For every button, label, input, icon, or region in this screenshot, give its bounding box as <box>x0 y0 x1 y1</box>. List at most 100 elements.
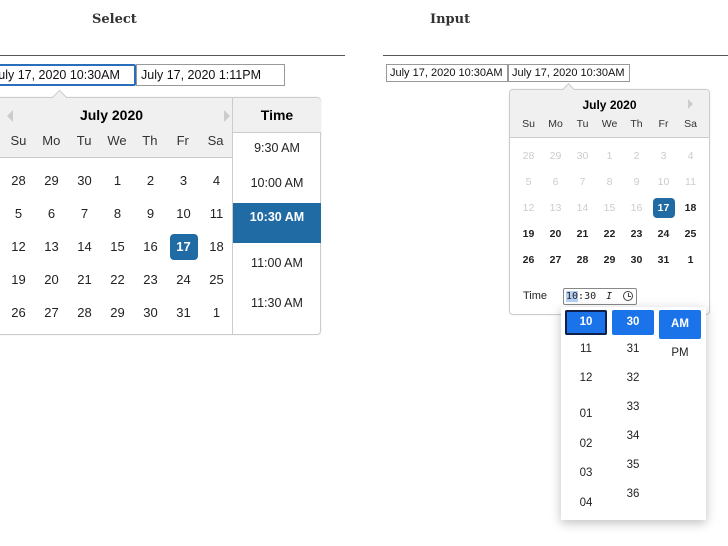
day-cell: 30 <box>576 150 589 162</box>
next-month-icon[interactable] <box>224 110 230 122</box>
day-cell[interactable]: 19 <box>2 267 35 293</box>
day-cell[interactable]: 28 <box>569 250 596 270</box>
week-row: 28 29 30 1 2 3 4 <box>515 146 709 172</box>
weekday-label: Th <box>142 133 158 148</box>
day-cell[interactable]: 9 <box>134 201 167 227</box>
day-cell[interactable]: 30 <box>134 300 167 326</box>
selected-hour-option[interactable]: 10 <box>565 310 607 335</box>
hour-segment[interactable]: 10 <box>566 291 579 302</box>
selected-day-cell[interactable]: 17 <box>169 234 198 260</box>
day-cell[interactable]: 16 <box>134 234 167 260</box>
next-month-icon[interactable] <box>688 99 693 109</box>
minute-option[interactable]: 36 <box>612 484 654 504</box>
selected-time-option[interactable]: 10:30 AM <box>233 203 321 243</box>
day-cell[interactable]: 30 <box>623 250 650 270</box>
day-cell[interactable]: 18 <box>200 234 233 260</box>
weekday-row: Su Mo Tu We Th Fr Sa <box>510 118 709 130</box>
minute-option[interactable]: 34 <box>612 426 654 446</box>
previous-month-icon[interactable] <box>7 110 13 122</box>
hour-option[interactable]: 03 <box>565 463 607 483</box>
hour-option[interactable]: 12 <box>565 368 607 388</box>
input-end-datetime-input[interactable]: July 17, 2020 10:30AM <box>508 64 630 82</box>
day-cell: 16 <box>630 202 643 214</box>
calendar-header: July 2020 Su Mo Tu We Th Fr Sa <box>510 90 709 138</box>
day-cell[interactable]: 11 <box>200 201 233 227</box>
day-cell: 10 <box>657 176 670 188</box>
period-option[interactable]: PM <box>659 343 701 363</box>
calendar-grid: 28 29 30 1 2 3 4 5 6 7 8 9 10 11 12 13 14 15 16 17 18 19 20 21 2… <box>510 138 709 276</box>
day-cell[interactable]: 27 <box>542 250 569 270</box>
day-cell[interactable]: 21 <box>68 267 101 293</box>
day-cell[interactable]: 20 <box>35 267 68 293</box>
time-option[interactable]: 11:30 AM <box>233 283 321 323</box>
day-cell: 2 <box>633 150 640 162</box>
minute-option[interactable]: 33 <box>612 397 654 417</box>
day-cell: 4 <box>687 150 694 162</box>
day-cell: 11 <box>685 176 696 188</box>
day-cell: 7 <box>579 176 586 188</box>
selected-minute-option[interactable]: 30 <box>612 310 654 335</box>
day-cell[interactable]: 1 <box>101 168 134 194</box>
weekday-label: Th <box>630 118 643 130</box>
time-option[interactable]: 9:30 AM <box>233 133 321 163</box>
day-cell[interactable]: 13 <box>35 234 68 260</box>
clock-icon[interactable] <box>623 291 633 301</box>
hour-option[interactable]: 01 <box>565 404 607 424</box>
day-cell[interactable]: 8 <box>101 201 134 227</box>
day-cell[interactable]: 2 <box>134 168 167 194</box>
time-option[interactable]: 11:00 AM <box>233 243 321 283</box>
weekday-label: Mo <box>42 133 61 148</box>
day-cell[interactable]: 4 <box>200 168 233 194</box>
day-cell[interactable]: 22 <box>101 267 134 293</box>
day-cell[interactable]: 29 <box>101 300 134 326</box>
day-cell[interactable]: 6 <box>35 201 68 227</box>
day-cell[interactable]: 31 <box>167 300 200 326</box>
day-cell: 29 <box>549 150 562 162</box>
day-cell[interactable]: 23 <box>623 224 650 244</box>
weekday-row: Su Mo Tu We Th Fr Sa <box>0 133 232 148</box>
day-cell[interactable]: 3 <box>167 168 200 194</box>
day-cell[interactable]: 25 <box>677 224 704 244</box>
day-cell[interactable]: 10 <box>167 201 200 227</box>
day-cell[interactable]: 12 <box>2 234 35 260</box>
day-cell[interactable]: 22 <box>596 224 623 244</box>
day-cell[interactable]: 29 <box>35 168 68 194</box>
minute-option[interactable]: 31 <box>612 339 654 359</box>
day-cell[interactable]: 1 <box>200 300 233 326</box>
select-end-datetime-input[interactable]: July 17, 2020 1:11PM <box>136 64 285 86</box>
day-cell[interactable]: 26 <box>515 250 542 270</box>
day-cell[interactable]: 26 <box>2 300 35 326</box>
day-cell[interactable]: 31 <box>650 250 677 270</box>
time-label: Time <box>523 290 548 302</box>
selected-period-option[interactable]: AM <box>659 310 701 339</box>
day-cell[interactable]: 15 <box>101 234 134 260</box>
hour-option[interactable]: 04 <box>565 493 607 513</box>
day-cell[interactable]: 20 <box>542 224 569 244</box>
day-cell[interactable]: 7 <box>68 201 101 227</box>
day-cell[interactable]: 28 <box>68 300 101 326</box>
day-cell[interactable]: 24 <box>167 267 200 293</box>
time-option[interactable]: 10:00 AM <box>233 163 321 203</box>
day-cell[interactable]: 25 <box>200 267 233 293</box>
minute-option[interactable]: 32 <box>612 368 654 388</box>
day-cell[interactable]: 30 <box>68 168 101 194</box>
day-cell[interactable]: 24 <box>650 224 677 244</box>
day-cell[interactable]: 14 <box>68 234 101 260</box>
hour-option[interactable]: 11 <box>565 339 607 359</box>
day-cell[interactable]: 29 <box>596 250 623 270</box>
day-cell[interactable]: 5 <box>2 201 35 227</box>
time-input[interactable]: 10:30 I <box>563 288 637 305</box>
day-cell[interactable]: 23 <box>134 267 167 293</box>
day-cell[interactable]: 19 <box>515 224 542 244</box>
select-start-datetime-input[interactable]: July 17, 2020 10:30AM <box>0 64 136 86</box>
minute-segment[interactable]: 30 <box>584 291 596 302</box>
day-cell[interactable]: 28 <box>2 168 35 194</box>
input-start-datetime-input[interactable]: July 17, 2020 10:30AM <box>386 64 508 82</box>
hour-option[interactable]: 02 <box>565 434 607 454</box>
day-cell[interactable]: 18 <box>677 198 704 218</box>
minute-option[interactable]: 35 <box>612 455 654 475</box>
day-cell[interactable]: 21 <box>569 224 596 244</box>
day-cell[interactable]: 27 <box>35 300 68 326</box>
selected-day-cell[interactable]: 17 <box>652 198 675 218</box>
day-cell[interactable]: 1 <box>677 250 704 270</box>
